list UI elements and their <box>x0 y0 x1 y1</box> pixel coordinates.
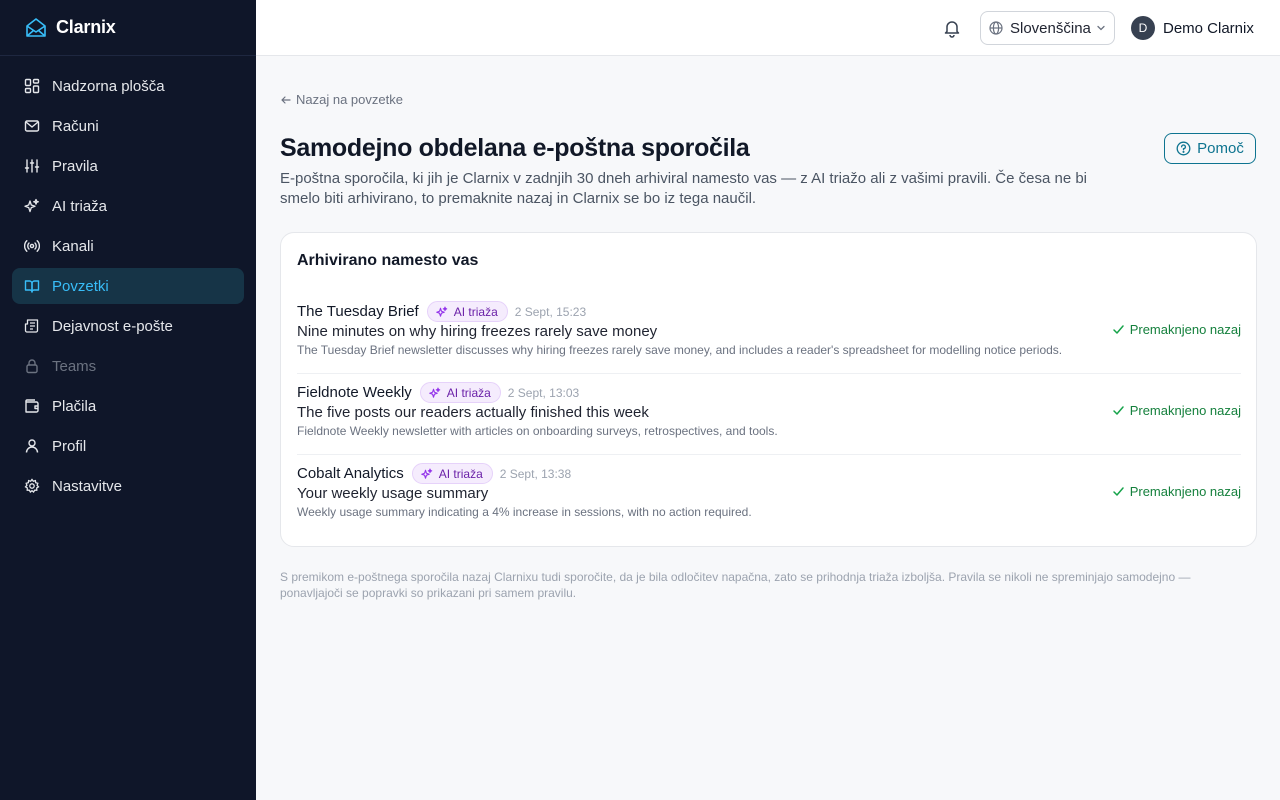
back-link[interactable]: Nazaj na povzetke <box>280 92 403 107</box>
envelope-logo-icon <box>24 16 48 40</box>
sidebar-item-label: Nadzorna plošča <box>52 77 165 95</box>
badge-label: AI triaža <box>438 466 483 481</box>
check-icon <box>1112 404 1125 417</box>
book-open-icon <box>24 278 40 294</box>
sidebar-item-label: Plačila <box>52 397 97 415</box>
footnote: S premikom e-poštnega sporočila nazaj Cl… <box>280 570 1191 600</box>
mail-icon <box>24 118 40 134</box>
timestamp: 2 Sept, 13:38 <box>499 466 572 481</box>
user-name: Demo Clarnix <box>1163 19 1254 37</box>
sidebar-item-label: Povzetki <box>52 277 109 295</box>
dashboard-icon <box>24 78 40 94</box>
sidebar-item-label: Profil <box>52 437 87 455</box>
email-subject: Nine minutes on why hiring freezes rarel… <box>297 323 658 340</box>
sidebar-item-dashboard[interactable]: Nadzorna plošča <box>12 68 244 104</box>
ai-triage-badge: AI triaža <box>426 301 508 322</box>
sidebar: Clarnix Nadzorna plošča Računi Pravila A… <box>0 0 256 800</box>
list-item[interactable]: Fieldnote Weekly AI triaža 2 Sept, 13:03… <box>297 374 1241 455</box>
sparkles-icon <box>420 468 433 480</box>
status-label: Premaknjeno nazaj <box>1129 403 1241 418</box>
sidebar-item-ai-triage[interactable]: AI triaža <box>12 188 244 224</box>
timestamp: 2 Sept, 15:23 <box>514 304 587 319</box>
sidebar-item-profile[interactable]: Profil <box>12 428 244 464</box>
email-summary: Weekly usage summary indicating a 4% inc… <box>297 505 752 519</box>
broadcast-icon <box>24 238 40 254</box>
brand[interactable]: Clarnix <box>0 0 256 56</box>
status-label: Premaknjeno nazaj <box>1129 322 1241 337</box>
email-summary: The Tuesday Brief newsletter discusses w… <box>297 343 1063 357</box>
sidebar-item-label: Teams <box>52 357 97 375</box>
sidebar-item-label: Pravila <box>52 157 98 175</box>
user-icon <box>24 438 40 454</box>
sidebar-item-label: Kanali <box>52 237 94 255</box>
email-summary: Fieldnote Weekly newsletter with article… <box>297 424 778 438</box>
sidebar-nav: Nadzorna plošča Računi Pravila AI triaža… <box>0 56 256 504</box>
sidebar-item-label: Dejavnost e-pošte <box>52 317 173 335</box>
globe-icon <box>989 21 1003 35</box>
page-title: Samodejno obdelana e-poštna sporočila <box>280 134 750 162</box>
sidebar-item-teams: Teams <box>12 348 244 384</box>
card-title: Arhivirano namesto vas <box>297 252 479 269</box>
archived-card: Arhivirano namesto vas The Tuesday Brief… <box>280 232 1257 547</box>
arrow-left-icon <box>280 94 292 106</box>
badge-label: AI triaža <box>446 385 491 400</box>
sidebar-item-settings[interactable]: Nastavitve <box>12 468 244 504</box>
sidebar-item-email-activity[interactable]: Dejavnost e-pošte <box>12 308 244 344</box>
sidebar-item-label: Računi <box>52 117 99 135</box>
row-header: Fieldnote Weekly AI triaža 2 Sept, 13:03 <box>297 382 579 403</box>
moved-back-status: Premaknjeno nazaj <box>1112 322 1241 337</box>
sidebar-item-rules[interactable]: Pravila <box>12 148 244 184</box>
check-icon <box>1112 323 1125 336</box>
ai-triage-badge: AI triaža <box>411 463 493 484</box>
back-link-label: Nazaj na povzetke <box>296 92 403 107</box>
avatar: D <box>1131 16 1155 40</box>
sparkles-icon <box>435 306 448 318</box>
row-header: The Tuesday Brief AI triaža 2 Sept, 15:2… <box>297 301 586 322</box>
sender-name: Fieldnote Weekly <box>297 384 412 401</box>
page-subtitle: E-poštna sporočila, ki jih je Clarnix v … <box>280 170 1088 207</box>
row-header: Cobalt Analytics AI triaža 2 Sept, 13:38 <box>297 463 571 484</box>
sidebar-item-label: AI triaža <box>52 197 108 215</box>
email-subject: Your weekly usage summary <box>297 485 489 502</box>
language-value: Slovenščina <box>1010 19 1091 37</box>
sidebar-item-digests[interactable]: Povzetki <box>12 268 244 304</box>
help-button[interactable]: Pomoč <box>1164 133 1256 164</box>
moved-back-status: Premaknjeno nazaj <box>1112 484 1241 499</box>
chevron-down-icon <box>1096 23 1106 33</box>
ai-triage-badge: AI triaža <box>419 382 501 403</box>
sparkles-icon <box>24 198 40 214</box>
sparkles-icon <box>428 387 441 399</box>
check-icon <box>1112 485 1125 498</box>
sender-name: Cobalt Analytics <box>297 465 404 482</box>
bell-icon[interactable] <box>942 18 962 38</box>
user-menu[interactable]: D Demo Clarnix <box>1131 16 1254 40</box>
top-header: Slovenščina D Demo Clarnix <box>256 0 1280 56</box>
timestamp: 2 Sept, 13:03 <box>507 385 580 400</box>
sidebar-item-payments[interactable]: Plačila <box>12 388 244 424</box>
wallet-icon <box>24 398 40 414</box>
list-item[interactable]: The Tuesday Brief AI triaža 2 Sept, 15:2… <box>297 293 1241 374</box>
status-label: Premaknjeno nazaj <box>1129 484 1241 499</box>
lock-icon <box>24 358 40 374</box>
sidebar-item-label: Nastavitve <box>52 477 123 495</box>
help-button-label: Pomoč <box>1197 140 1244 157</box>
gear-icon <box>24 478 40 494</box>
sliders-icon <box>24 158 40 174</box>
newspaper-icon <box>24 318 40 334</box>
sidebar-item-channels[interactable]: Kanali <box>12 228 244 264</box>
question-circle-icon <box>1176 141 1191 156</box>
moved-back-status: Premaknjeno nazaj <box>1112 403 1241 418</box>
language-select[interactable]: Slovenščina <box>980 11 1115 45</box>
sender-name: The Tuesday Brief <box>297 303 419 320</box>
list-item[interactable]: Cobalt Analytics AI triaža 2 Sept, 13:38… <box>297 455 1241 536</box>
email-subject: The five posts our readers actually fini… <box>297 404 649 421</box>
brand-name: Clarnix <box>56 17 116 37</box>
sidebar-item-accounts[interactable]: Računi <box>12 108 244 144</box>
badge-label: AI triaža <box>453 304 498 319</box>
